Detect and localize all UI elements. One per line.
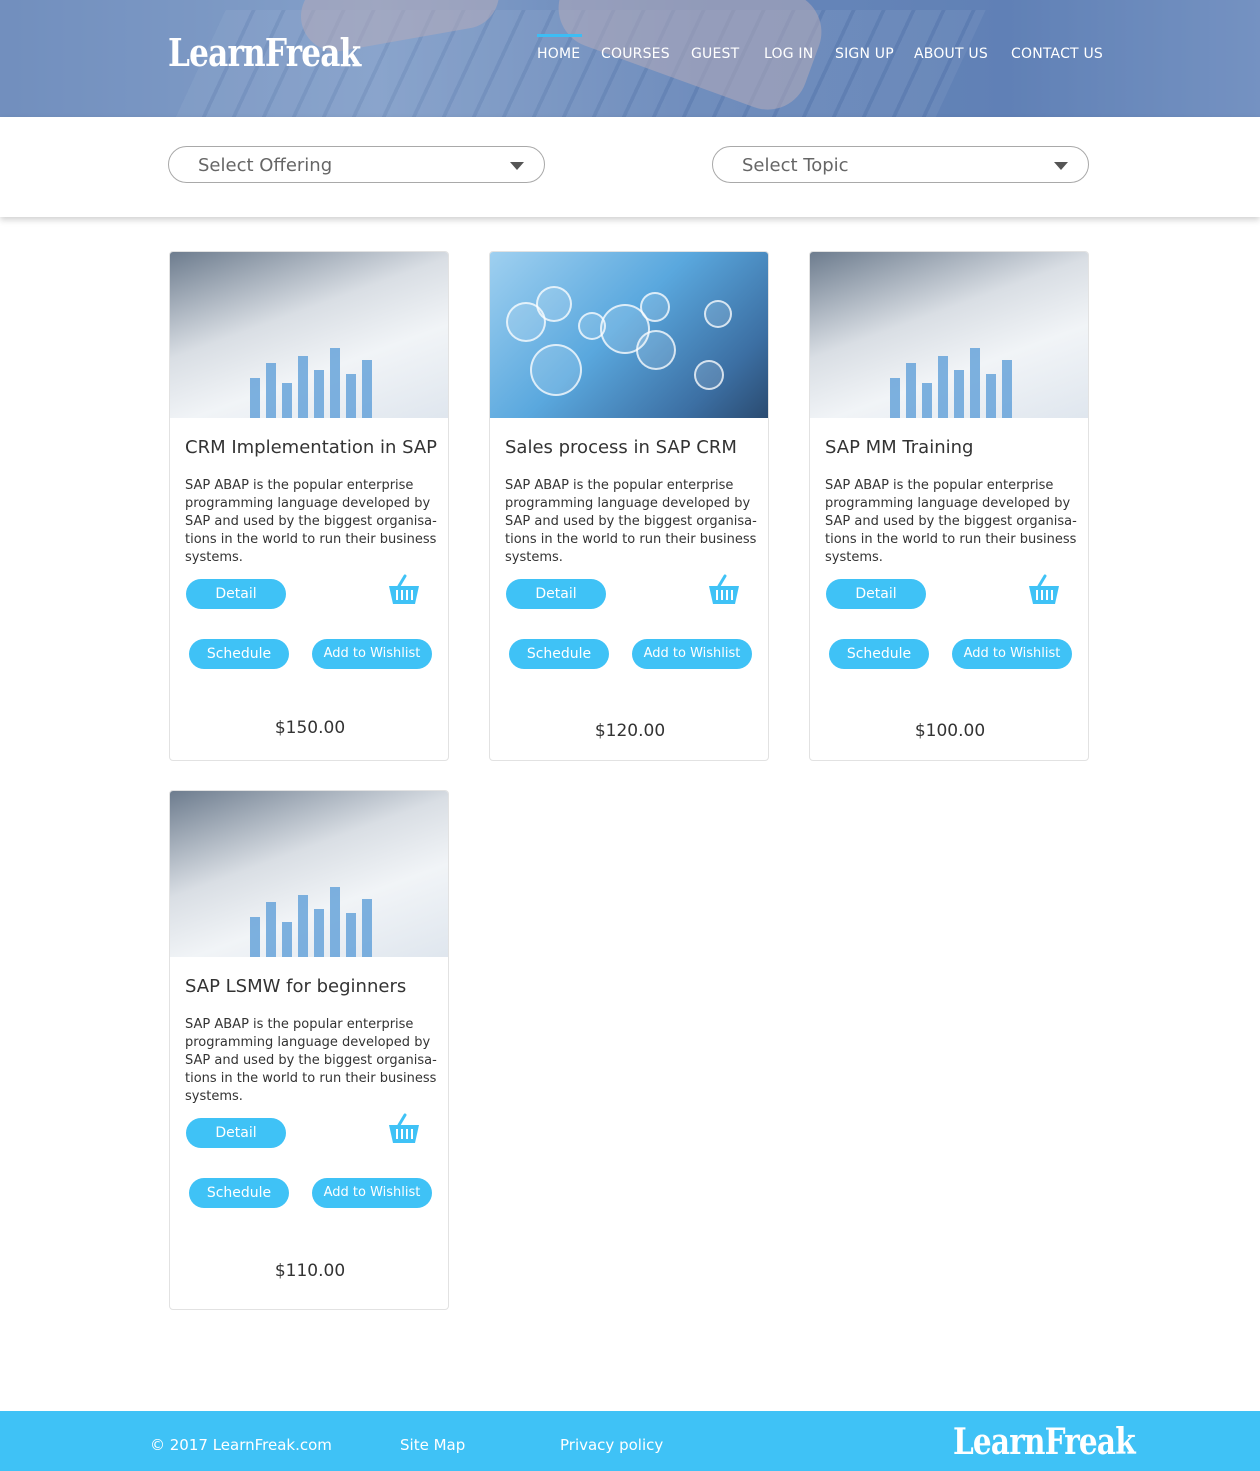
course-title[interactable]: SAP MM Training bbox=[825, 437, 973, 458]
nav-active-indicator bbox=[537, 34, 582, 37]
filter-bar: Select Offering Select Topic bbox=[0, 117, 1260, 217]
course-title[interactable]: Sales process in SAP CRM bbox=[505, 437, 737, 458]
detail-button[interactable]: Detail bbox=[186, 1118, 286, 1148]
course-card: CRM Implementation in SAP SAP ABAP is th… bbox=[169, 251, 449, 761]
schedule-button[interactable]: Schedule bbox=[829, 639, 929, 669]
nav-contact-us[interactable]: CONTACT US bbox=[1011, 46, 1103, 62]
offering-select[interactable]: Select Offering bbox=[168, 146, 545, 183]
caret-down-icon bbox=[1054, 162, 1068, 170]
course-price: $120.00 bbox=[594, 721, 666, 741]
course-image-chart-document bbox=[810, 252, 1088, 418]
course-image-chart-document bbox=[170, 252, 448, 418]
topic-select[interactable]: Select Topic bbox=[712, 146, 1089, 183]
offering-select-label: Select Offering bbox=[198, 155, 333, 176]
course-image-chart-document bbox=[170, 791, 448, 957]
detail-button[interactable]: Detail bbox=[186, 579, 286, 609]
logo[interactable]: LearnFreak bbox=[168, 30, 361, 75]
add-to-wishlist-button[interactable]: Add to Wishlist bbox=[952, 639, 1072, 669]
course-description: SAP ABAP is the popular enterprise progr… bbox=[185, 478, 437, 565]
course-price: $110.00 bbox=[274, 1261, 346, 1281]
course-description: SAP ABAP is the popular enterprise progr… bbox=[185, 1017, 437, 1104]
course-description: SAP ABAP is the popular enterprise progr… bbox=[825, 478, 1077, 565]
course-title[interactable]: SAP LSMW for beginners bbox=[185, 976, 406, 997]
add-to-wishlist-button[interactable]: Add to Wishlist bbox=[632, 639, 752, 669]
schedule-button[interactable]: Schedule bbox=[189, 1178, 289, 1208]
shopping-basket-icon[interactable] bbox=[387, 574, 421, 606]
topic-select-label: Select Topic bbox=[742, 155, 849, 176]
course-image-social-network bbox=[490, 252, 768, 418]
shopping-basket-icon[interactable] bbox=[707, 574, 741, 606]
footer-copyright: © 2017 LearnFreak.com bbox=[150, 1436, 332, 1454]
nav-about-us[interactable]: ABOUT US bbox=[914, 46, 988, 62]
detail-button[interactable]: Detail bbox=[506, 579, 606, 609]
course-price: $100.00 bbox=[914, 721, 986, 741]
schedule-button[interactable]: Schedule bbox=[189, 639, 289, 669]
footer-privacy-policy-link[interactable]: Privacy policy bbox=[560, 1436, 663, 1454]
course-description: SAP ABAP is the popular enterprise progr… bbox=[505, 478, 757, 565]
course-card: SAP MM Training SAP ABAP is the popular … bbox=[809, 251, 1089, 761]
footer-logo[interactable]: LearnFreak bbox=[953, 1421, 1136, 1463]
footer-site-map-link[interactable]: Site Map bbox=[400, 1436, 465, 1454]
shopping-basket-icon[interactable] bbox=[387, 1113, 421, 1145]
course-card: Sales process in SAP CRM SAP ABAP is the… bbox=[489, 251, 769, 761]
nav-home[interactable]: HOME bbox=[537, 46, 580, 62]
caret-down-icon bbox=[510, 162, 524, 170]
shopping-basket-icon[interactable] bbox=[1027, 574, 1061, 606]
add-to-wishlist-button[interactable]: Add to Wishlist bbox=[312, 1178, 432, 1208]
add-to-wishlist-button[interactable]: Add to Wishlist bbox=[312, 639, 432, 669]
nav-login[interactable]: LOG IN bbox=[764, 46, 813, 62]
detail-button[interactable]: Detail bbox=[826, 579, 926, 609]
course-price: $150.00 bbox=[274, 718, 346, 738]
schedule-button[interactable]: Schedule bbox=[509, 639, 609, 669]
nav-courses[interactable]: COURSES bbox=[601, 46, 670, 62]
nav-guest[interactable]: GUEST bbox=[691, 46, 739, 62]
course-title[interactable]: CRM Implementation in SAP bbox=[185, 437, 437, 458]
nav-signup[interactable]: SIGN UP bbox=[835, 46, 894, 62]
course-card: SAP LSMW for beginners SAP ABAP is the p… bbox=[169, 790, 449, 1310]
footer: © 2017 LearnFreak.com Site Map Privacy p… bbox=[0, 1411, 1260, 1471]
